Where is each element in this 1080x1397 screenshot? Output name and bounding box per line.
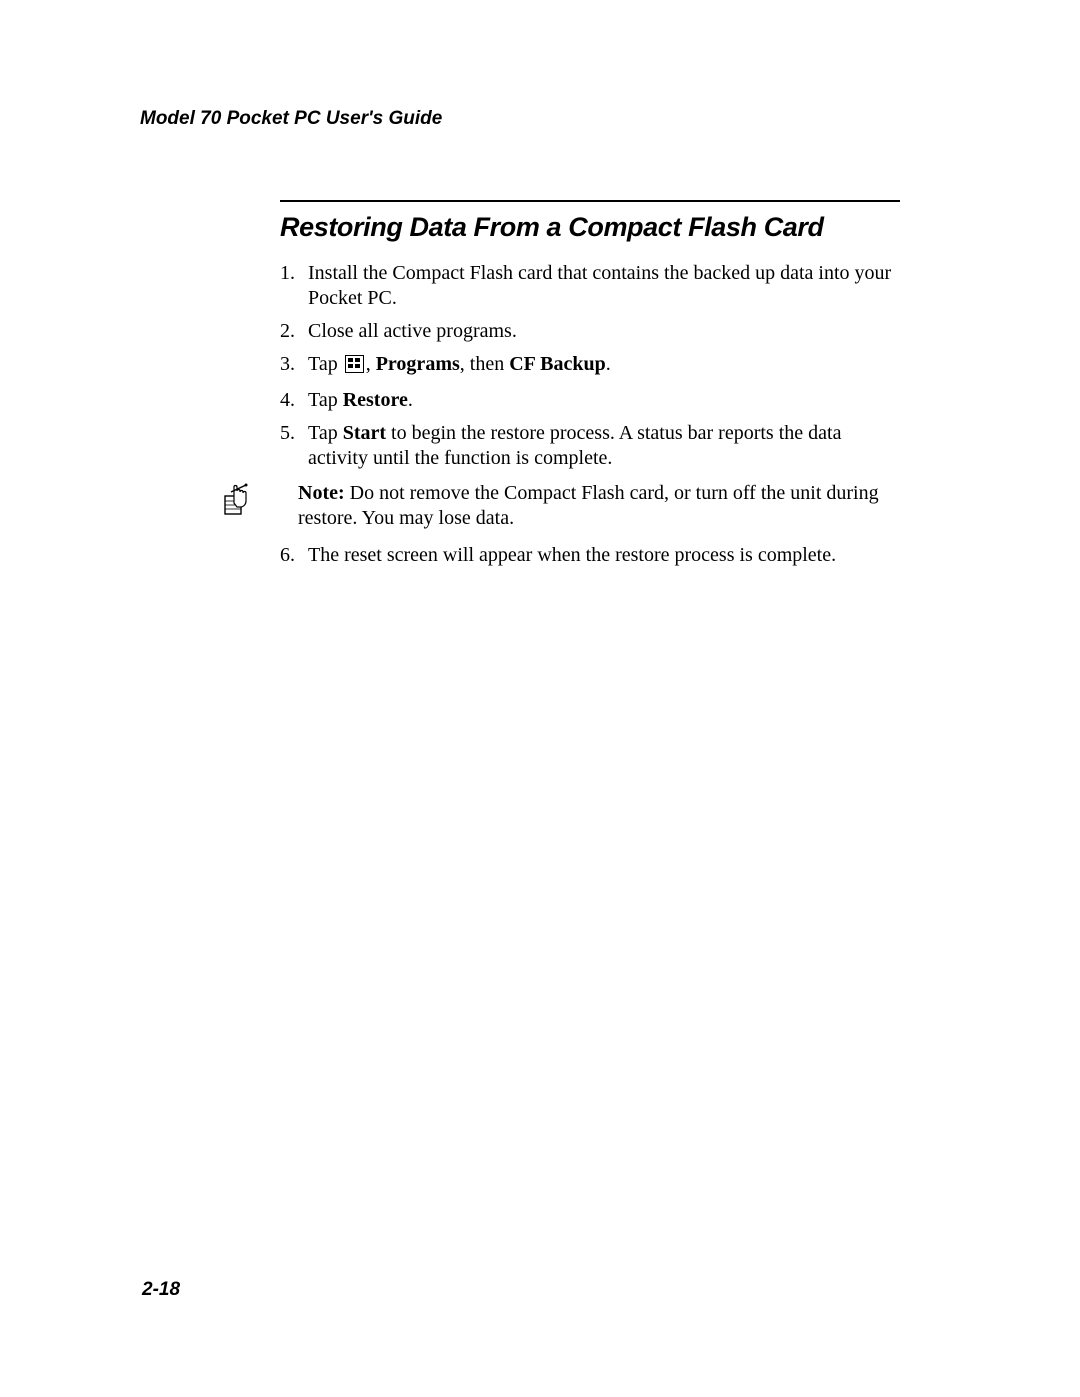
- note-icon-cell: [222, 481, 298, 531]
- text-fragment: , then: [460, 353, 509, 375]
- step-2: 2. Close all active programs.: [280, 319, 900, 344]
- note-body-text: Do not remove the Compact Flash card, or…: [298, 482, 879, 529]
- bold-text: Start: [343, 422, 386, 444]
- document-page: Model 70 Pocket PC User's Guide Restorin…: [0, 0, 1080, 568]
- step-number: 2.: [280, 319, 308, 344]
- step-text: Install the Compact Flash card that cont…: [308, 261, 900, 311]
- step-3: 3. Tap , Programs, then CF Backup.: [280, 352, 900, 380]
- step-5: 5. Tap Start to begin the restore proces…: [280, 421, 900, 471]
- start-menu-icon: [345, 355, 364, 380]
- step-number: 5.: [280, 421, 308, 471]
- text-fragment: .: [606, 353, 611, 375]
- step-number: 3.: [280, 352, 308, 380]
- text-fragment: Tap: [308, 353, 343, 375]
- step-text: Tap , Programs, then CF Backup.: [308, 352, 900, 380]
- step-6: 6. The reset screen will appear when the…: [280, 543, 900, 568]
- step-number: 6.: [280, 543, 308, 568]
- step-text: Tap Restore.: [308, 388, 900, 413]
- running-header: Model 70 Pocket PC User's Guide: [140, 108, 900, 130]
- note-hand-icon: [222, 500, 252, 522]
- text-fragment: ,: [366, 353, 376, 375]
- page-number: 2-18: [142, 1279, 180, 1301]
- bold-text: Programs: [376, 353, 460, 375]
- step-4: 4. Tap Restore.: [280, 388, 900, 413]
- step-text: Tap Start to begin the restore process. …: [308, 421, 900, 471]
- step-number: 4.: [280, 388, 308, 413]
- bold-text: CF Backup: [509, 353, 606, 375]
- text-fragment: to begin the restore process. A status b…: [308, 422, 841, 469]
- text-fragment: Tap: [308, 389, 343, 411]
- bold-text: Restore: [343, 389, 408, 411]
- section-title: Restoring Data From a Compact Flash Card: [280, 212, 900, 243]
- step-1: 1. Install the Compact Flash card that c…: [280, 261, 900, 311]
- text-fragment: Tap: [308, 422, 343, 444]
- text-fragment: .: [408, 389, 413, 411]
- steps-list: 1. Install the Compact Flash card that c…: [280, 261, 900, 471]
- step-text: Close all active programs.: [308, 319, 900, 344]
- note-label: Note:: [298, 482, 345, 504]
- step-number: 1.: [280, 261, 308, 311]
- section-divider: [280, 200, 900, 202]
- note-text: Note: Do not remove the Compact Flash ca…: [298, 481, 900, 531]
- step-text: The reset screen will appear when the re…: [308, 543, 900, 568]
- note-block: Note: Do not remove the Compact Flash ca…: [222, 481, 900, 531]
- steps-list-continued: 6. The reset screen will appear when the…: [280, 543, 900, 568]
